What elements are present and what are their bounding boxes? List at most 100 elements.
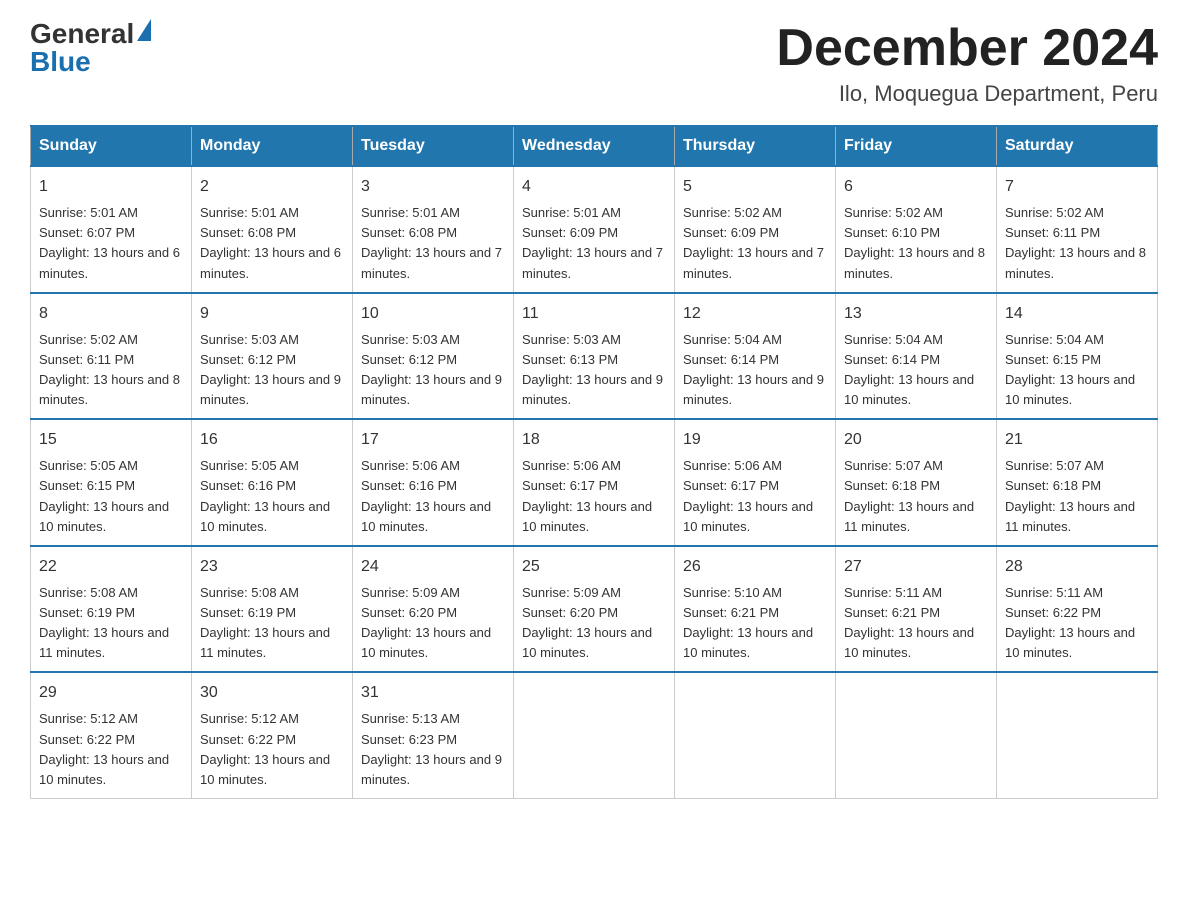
logo-blue-row: Blue <box>30 48 91 76</box>
day-number: 20 <box>844 428 988 452</box>
day-info: Sunrise: 5:12 AMSunset: 6:22 PMDaylight:… <box>39 709 183 790</box>
table-row: 8 Sunrise: 5:02 AMSunset: 6:11 PMDaylight… <box>31 293 192 420</box>
table-row: 25 Sunrise: 5:09 AMSunset: 6:20 PMDayligh… <box>514 546 675 673</box>
day-number: 25 <box>522 555 666 579</box>
day-info: Sunrise: 5:03 AMSunset: 6:12 PMDaylight:… <box>361 330 505 411</box>
col-thursday: Thursday <box>675 126 836 166</box>
day-info: Sunrise: 5:13 AMSunset: 6:23 PMDaylight:… <box>361 709 505 790</box>
day-info: Sunrise: 5:03 AMSunset: 6:13 PMDaylight:… <box>522 330 666 411</box>
day-number: 7 <box>1005 175 1149 199</box>
day-number: 5 <box>683 175 827 199</box>
table-row: 31Sunrise: 5:13 AMSunset: 6:23 PMDayligh… <box>353 672 514 798</box>
day-number: 19 <box>683 428 827 452</box>
day-info: Sunrise: 5:06 AMSunset: 6:17 PMDaylight:… <box>522 456 666 537</box>
table-row: 19 Sunrise: 5:06 AMSunset: 6:17 PMDayligh… <box>675 419 836 546</box>
calendar-week-row: 29 Sunrise: 5:12 AMSunset: 6:22 PMDayligh… <box>31 672 1158 798</box>
table-row: 30Sunrise: 5:12 AMSunset: 6:22 PMDayligh… <box>192 672 353 798</box>
col-tuesday: Tuesday <box>353 126 514 166</box>
day-info: Sunrise: 5:04 AMSunset: 6:14 PMDaylight:… <box>683 330 827 411</box>
day-info: Sunrise: 5:02 AMSunset: 6:11 PMDaylight:… <box>1005 203 1149 284</box>
table-row: 21 Sunrise: 5:07 AMSunset: 6:18 PMDayligh… <box>997 419 1158 546</box>
calendar-week-row: 22Sunrise: 5:08 AMSunset: 6:19 PMDayligh… <box>31 546 1158 673</box>
day-info: Sunrise: 5:09 AMSunset: 6:20 PMDaylight:… <box>522 583 666 664</box>
day-number: 9 <box>200 302 344 326</box>
day-number: 24 <box>361 555 505 579</box>
table-row: 16Sunrise: 5:05 AMSunset: 6:16 PMDayligh… <box>192 419 353 546</box>
calendar-week-row: 1 Sunrise: 5:01 AMSunset: 6:07 PMDaylight… <box>31 166 1158 293</box>
table-row: 5 Sunrise: 5:02 AMSunset: 6:09 PMDaylight… <box>675 166 836 293</box>
day-info: Sunrise: 5:01 AMSunset: 6:09 PMDaylight:… <box>522 203 666 284</box>
day-number: 13 <box>844 302 988 326</box>
day-number: 6 <box>844 175 988 199</box>
day-info: Sunrise: 5:01 AMSunset: 6:07 PMDaylight:… <box>39 203 183 284</box>
day-number: 11 <box>522 302 666 326</box>
calendar-table: Sunday Monday Tuesday Wednesday Thursday… <box>30 125 1158 799</box>
day-number: 27 <box>844 555 988 579</box>
table-row: 1 Sunrise: 5:01 AMSunset: 6:07 PMDaylight… <box>31 166 192 293</box>
table-row: 6Sunrise: 5:02 AMSunset: 6:10 PMDaylight… <box>836 166 997 293</box>
table-row: 17 Sunrise: 5:06 AMSunset: 6:16 PMDayligh… <box>353 419 514 546</box>
table-row: 7 Sunrise: 5:02 AMSunset: 6:11 PMDaylight… <box>997 166 1158 293</box>
location-title: Ilo, Moquegua Department, Peru <box>776 81 1158 107</box>
day-info: Sunrise: 5:04 AMSunset: 6:15 PMDaylight:… <box>1005 330 1149 411</box>
col-saturday: Saturday <box>997 126 1158 166</box>
day-number: 12 <box>683 302 827 326</box>
col-monday: Monday <box>192 126 353 166</box>
day-info: Sunrise: 5:05 AMSunset: 6:15 PMDaylight:… <box>39 456 183 537</box>
calendar-week-row: 15 Sunrise: 5:05 AMSunset: 6:15 PMDayligh… <box>31 419 1158 546</box>
table-row: 28Sunrise: 5:11 AMSunset: 6:22 PMDayligh… <box>997 546 1158 673</box>
day-info: Sunrise: 5:07 AMSunset: 6:18 PMDaylight:… <box>1005 456 1149 537</box>
day-number: 28 <box>1005 555 1149 579</box>
logo-row: General <box>30 20 151 48</box>
page-header: General Blue December 2024 Ilo, Moquegua… <box>30 20 1158 107</box>
table-row: 3Sunrise: 5:01 AMSunset: 6:08 PMDaylight… <box>353 166 514 293</box>
table-row: 20 Sunrise: 5:07 AMSunset: 6:18 PMDayligh… <box>836 419 997 546</box>
col-friday: Friday <box>836 126 997 166</box>
day-info: Sunrise: 5:08 AMSunset: 6:19 PMDaylight:… <box>39 583 183 664</box>
col-sunday: Sunday <box>31 126 192 166</box>
day-info: Sunrise: 5:07 AMSunset: 6:18 PMDaylight:… <box>844 456 988 537</box>
table-row: 12 Sunrise: 5:04 AMSunset: 6:14 PMDayligh… <box>675 293 836 420</box>
table-row <box>675 672 836 798</box>
table-row: 29 Sunrise: 5:12 AMSunset: 6:22 PMDayligh… <box>31 672 192 798</box>
table-row <box>836 672 997 798</box>
table-row: 10 Sunrise: 5:03 AMSunset: 6:12 PMDayligh… <box>353 293 514 420</box>
day-info: Sunrise: 5:10 AMSunset: 6:21 PMDaylight:… <box>683 583 827 664</box>
day-number: 10 <box>361 302 505 326</box>
logo-blue-text: Blue <box>30 46 91 77</box>
table-row: 22Sunrise: 5:08 AMSunset: 6:19 PMDayligh… <box>31 546 192 673</box>
table-row: 26 Sunrise: 5:10 AMSunset: 6:21 PMDayligh… <box>675 546 836 673</box>
day-info: Sunrise: 5:06 AMSunset: 6:17 PMDaylight:… <box>683 456 827 537</box>
day-number: 17 <box>361 428 505 452</box>
day-info: Sunrise: 5:02 AMSunset: 6:11 PMDaylight:… <box>39 330 183 411</box>
day-number: 26 <box>683 555 827 579</box>
day-number: 16 <box>200 428 344 452</box>
day-number: 1 <box>39 175 183 199</box>
day-info: Sunrise: 5:06 AMSunset: 6:16 PMDaylight:… <box>361 456 505 537</box>
logo-triangle-icon <box>137 19 151 41</box>
table-row: 13Sunrise: 5:04 AMSunset: 6:14 PMDayligh… <box>836 293 997 420</box>
table-row: 27 Sunrise: 5:11 AMSunset: 6:21 PMDayligh… <box>836 546 997 673</box>
logo-general-text: General <box>30 20 134 48</box>
table-row: 2Sunrise: 5:01 AMSunset: 6:08 PMDaylight… <box>192 166 353 293</box>
day-number: 21 <box>1005 428 1149 452</box>
day-info: Sunrise: 5:11 AMSunset: 6:21 PMDaylight:… <box>844 583 988 664</box>
day-number: 4 <box>522 175 666 199</box>
day-number: 2 <box>200 175 344 199</box>
day-number: 29 <box>39 681 183 705</box>
table-row: 14 Sunrise: 5:04 AMSunset: 6:15 PMDayligh… <box>997 293 1158 420</box>
table-row: 23Sunrise: 5:08 AMSunset: 6:19 PMDayligh… <box>192 546 353 673</box>
day-number: 15 <box>39 428 183 452</box>
day-info: Sunrise: 5:02 AMSunset: 6:09 PMDaylight:… <box>683 203 827 284</box>
table-row: 18Sunrise: 5:06 AMSunset: 6:17 PMDayligh… <box>514 419 675 546</box>
col-wednesday: Wednesday <box>514 126 675 166</box>
day-info: Sunrise: 5:09 AMSunset: 6:20 PMDaylight:… <box>361 583 505 664</box>
month-title: December 2024 <box>776 20 1158 77</box>
day-number: 8 <box>39 302 183 326</box>
day-info: Sunrise: 5:01 AMSunset: 6:08 PMDaylight:… <box>361 203 505 284</box>
logo: General Blue <box>30 20 151 76</box>
day-info: Sunrise: 5:12 AMSunset: 6:22 PMDaylight:… <box>200 709 344 790</box>
table-row <box>514 672 675 798</box>
day-number: 14 <box>1005 302 1149 326</box>
table-row: 4 Sunrise: 5:01 AMSunset: 6:09 PMDaylight… <box>514 166 675 293</box>
